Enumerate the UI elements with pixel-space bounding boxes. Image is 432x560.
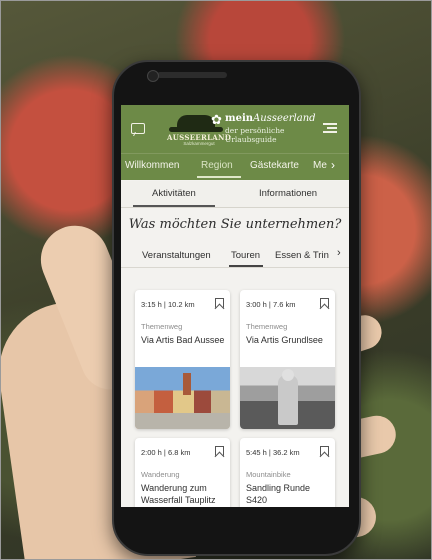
image-border — [0, 0, 432, 560]
photo-background: ✿ AUSSEERLAND Salzkammergut meinAusseerl… — [0, 0, 432, 560]
